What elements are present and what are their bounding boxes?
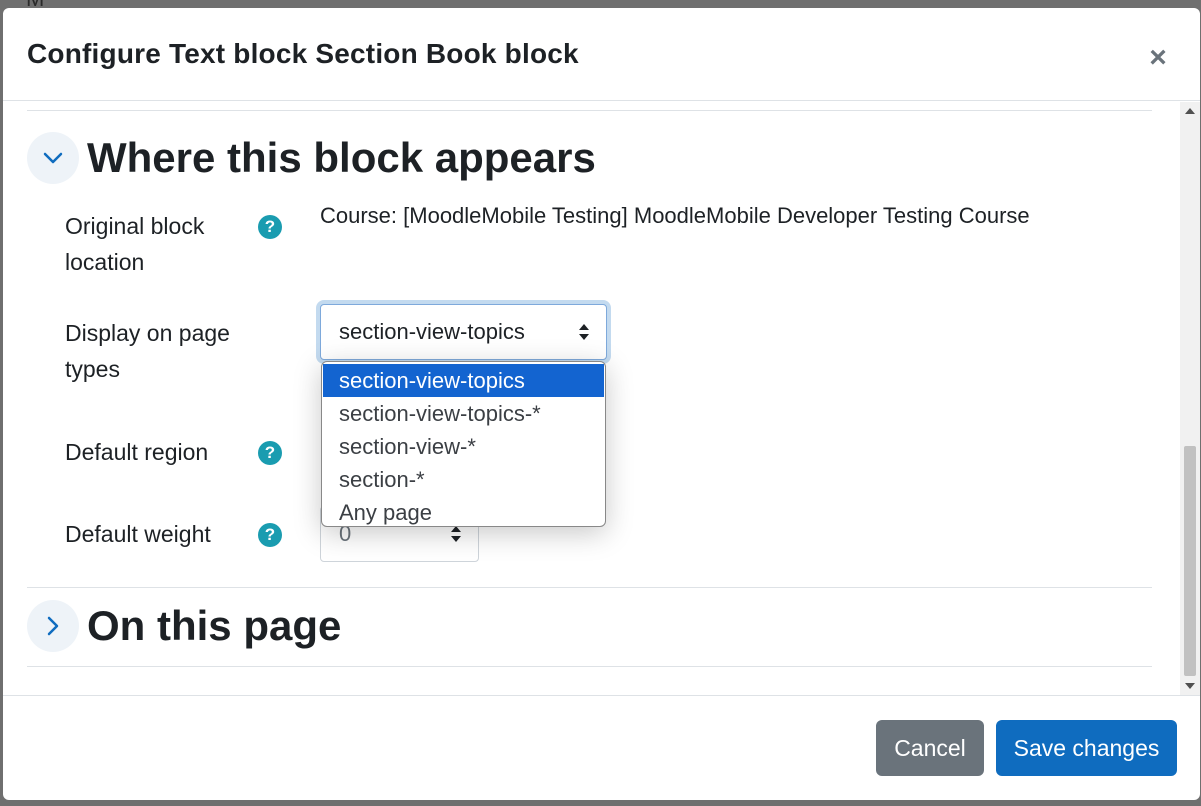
page-types-label: Display on page types [65,320,230,382]
chevron-down-icon [43,152,63,164]
divider [27,110,1152,111]
help-icon[interactable]: ? [258,441,282,465]
section-toggle-on-page[interactable] [27,600,79,652]
scrollbar-thumb[interactable] [1184,446,1196,676]
default-weight-label: Default weight [65,521,211,547]
cancel-button[interactable]: Cancel [876,720,984,776]
dropdown-option[interactable]: section-view-topics [323,364,604,397]
save-changes-button[interactable]: Save changes [996,720,1177,776]
original-location-value: Course: [MoodleMobile Testing] MoodleMob… [320,203,1030,228]
page-types-dropdown: section-view-topics section-view-topics-… [321,361,606,527]
help-icon[interactable]: ? [258,215,282,239]
help-icon[interactable]: ? [258,523,282,547]
section-title-where: Where this block appears [87,134,596,181]
default-region-label: Default region [65,439,209,465]
section-title-on-page: On this page [87,602,342,649]
modal-footer: Cancel Save changes [3,695,1200,800]
select-arrows-icon [579,324,589,340]
page-types-selected-value: section-view-topics [339,319,525,344]
modal-body: Where this block appears Original block … [3,102,1200,695]
modal-header: Configure Text block Section Book block … [3,8,1200,101]
select-arrows-icon [451,526,461,542]
section-toggle-where[interactable] [27,132,79,184]
dropdown-option[interactable]: Any page [323,496,604,526]
modal-scrollbar[interactable] [1180,102,1200,695]
page-types-select[interactable]: section-view-topics [320,304,607,360]
divider [27,587,1152,588]
dropdown-option[interactable]: section-* [323,463,604,496]
dropdown-option[interactable]: section-view-topics-* [323,397,604,430]
chevron-right-icon [47,616,59,636]
divider [27,666,1152,667]
scroll-up-arrow-icon[interactable] [1185,108,1195,114]
configure-block-modal: Configure Text block Section Book block … [3,8,1200,800]
dropdown-option[interactable]: section-view-* [323,430,604,463]
scroll-down-arrow-icon[interactable] [1185,683,1195,689]
close-icon[interactable]: × [1144,43,1172,73]
original-location-label: Original block location [65,213,205,275]
modal-title: Configure Text block Section Book block [27,38,579,69]
